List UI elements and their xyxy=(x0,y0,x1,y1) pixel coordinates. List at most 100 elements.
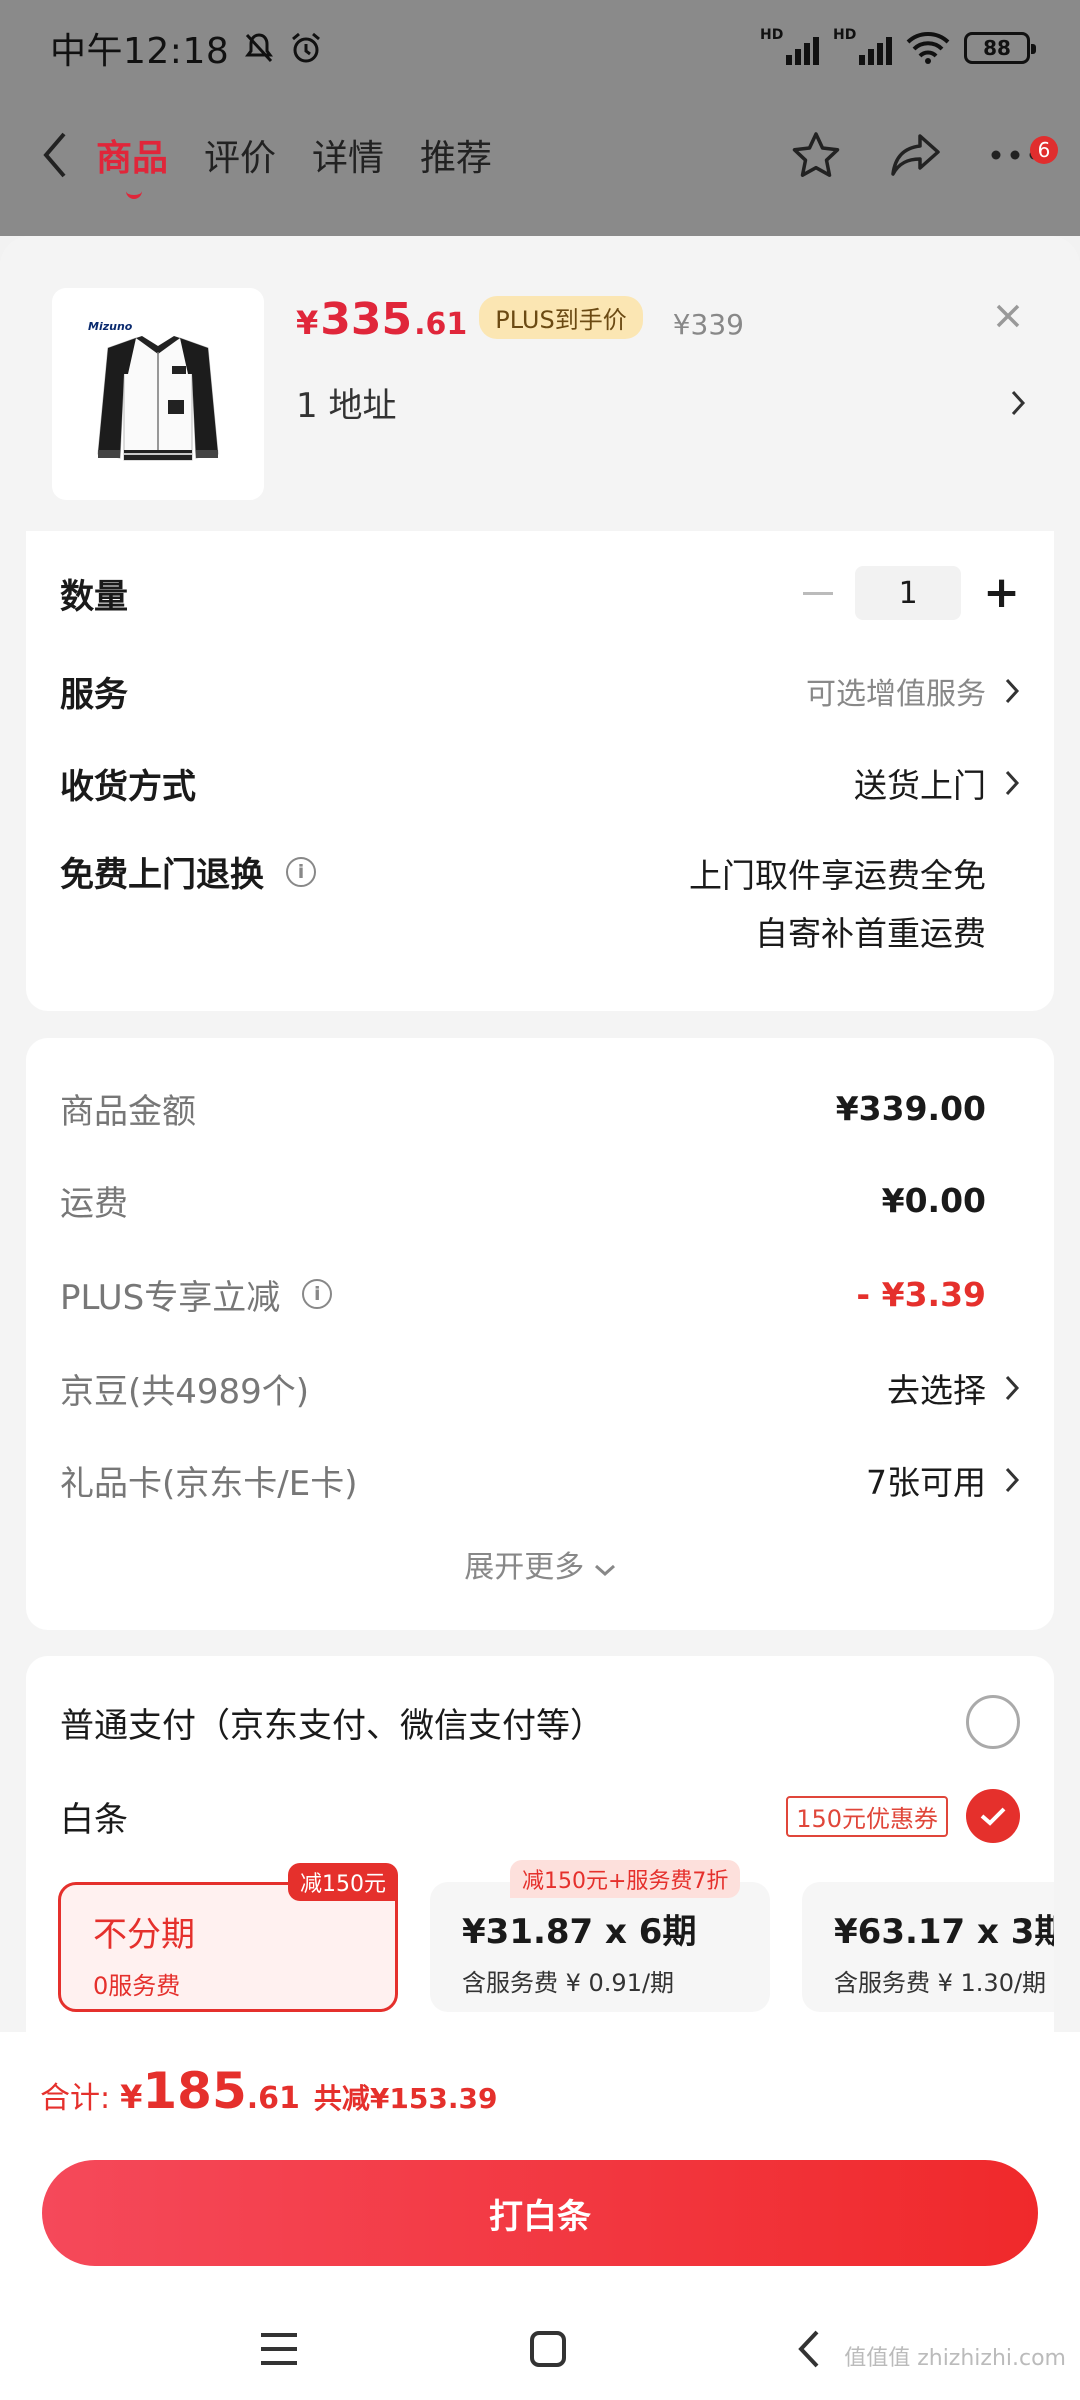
more-button[interactable]: 6 xyxy=(990,135,1058,165)
plan-badge: 减150元 xyxy=(288,1863,398,1901)
signal-1-icon: HD xyxy=(760,27,819,65)
total-label: 合计: xyxy=(40,2081,111,2116)
delivery-value: 送货上门 xyxy=(854,766,986,805)
plus-discount-row: PLUS专享立减 i - ¥3.39 xyxy=(60,1264,1020,1324)
close-button[interactable] xyxy=(988,296,1028,336)
plan-title: ¥63.17 x 3期 xyxy=(834,1912,1054,1952)
shipping-label: 运费 xyxy=(60,1183,128,1224)
share-icon[interactable] xyxy=(890,132,942,178)
tab-reviews[interactable]: 评价 xyxy=(204,129,276,181)
quantity-input[interactable]: 1 xyxy=(855,566,962,620)
battery-icon: 88 xyxy=(964,32,1036,64)
watermark: 值值值 zhizhizhi.com xyxy=(844,2346,1066,2371)
jd-beans-value: 去选择 xyxy=(887,1371,986,1410)
battery-level: 88 xyxy=(983,36,1011,60)
plus-discount-label: PLUS专享立减 xyxy=(60,1277,281,1318)
product-image: Mizuno xyxy=(52,288,264,500)
expand-more-button[interactable]: 展开更多 xyxy=(26,1542,1054,1586)
gift-card-value: 7张可用 xyxy=(866,1463,986,1502)
plus-price-tag: PLUS到手价 xyxy=(479,296,643,339)
alarm-icon xyxy=(292,32,321,63)
quantity-label: 数量 xyxy=(60,576,128,617)
plan-no-installment[interactable]: 减150元 不分期 0服务费 xyxy=(58,1863,398,2012)
total-currency: ¥ xyxy=(120,2078,143,2116)
product-header: Mizuno ¥ 335 .61 PLUS到手价 ¥339 1 地址 xyxy=(0,236,1080,531)
goods-amount-row: 商品金额 ¥339.00 xyxy=(60,1078,1020,1138)
total-decimal: .61 xyxy=(246,2081,300,2116)
wifi-icon xyxy=(906,32,950,64)
product-nav-bar: 商品 评价 详情 推荐 6 xyxy=(0,110,1080,200)
chevron-right-icon xyxy=(1005,770,1020,796)
jd-beans-row[interactable]: 京豆(共4989个) 去选择 xyxy=(60,1358,1020,1418)
free-return-label: 免费上门退换 xyxy=(60,855,264,895)
status-time: 中午12:18 xyxy=(50,31,230,72)
plan-3-installments[interactable]: ¥63.17 x 3期 含服务费 ¥ 1.30/期 xyxy=(802,1882,1054,2012)
home-icon[interactable] xyxy=(529,2330,567,2368)
plan-subtitle: 含服务费 ¥ 0.91/期 xyxy=(462,1969,675,1997)
tab-product[interactable]: 商品 xyxy=(96,129,168,199)
chevron-right-icon xyxy=(1005,1467,1020,1493)
star-icon[interactable] xyxy=(790,130,842,180)
plan-subtitle: 0服务费 xyxy=(93,1972,181,2000)
service-row[interactable]: 服务 可选增值服务 xyxy=(60,661,1020,721)
total-savings: 共减¥153.39 xyxy=(313,2082,498,2115)
menu-icon[interactable] xyxy=(259,2331,299,2367)
back-icon[interactable] xyxy=(797,2329,821,2369)
address-text: 1 地址 xyxy=(296,386,397,426)
info-icon[interactable]: i xyxy=(302,1279,333,1309)
free-return-line1: 上门取件享运费全免 xyxy=(689,856,986,895)
signal-2-icon: HD xyxy=(833,27,892,65)
price-currency: ¥ xyxy=(296,304,319,342)
increase-button[interactable]: + xyxy=(983,571,1020,615)
shipping-value: ¥0.00 xyxy=(881,1180,986,1220)
free-return-row: 免费上门退换 i 上门取件享运费全免 自寄补首重运费 xyxy=(60,847,1020,977)
gift-card-row[interactable]: 礼品卡(京东卡/E卡) 7张可用 xyxy=(60,1450,1020,1510)
pay-baitiao-button[interactable]: 打白条 xyxy=(42,2160,1038,2266)
quantity-stepper: 1 + xyxy=(803,566,1020,620)
price-decimal: .61 xyxy=(414,307,468,342)
status-bar: 中午12:18 HD HD 88 xyxy=(0,0,1080,96)
info-icon[interactable]: i xyxy=(286,856,316,887)
chevron-right-icon xyxy=(1011,390,1026,415)
chevron-down-icon xyxy=(594,1564,615,1577)
svg-text:Mizuno: Mizuno xyxy=(88,320,133,333)
price-row: ¥ 335 .61 PLUS到手价 ¥339 xyxy=(296,294,744,345)
plan-subtitle: 含服务费 ¥ 1.30/期 xyxy=(834,1969,1047,1997)
jd-beans-label: 京豆(共4989个) xyxy=(60,1371,310,1412)
plus-discount-value: - ¥3.39 xyxy=(856,1274,986,1314)
plan-6-installments[interactable]: 减150元+服务费7折 ¥31.87 x 6期 含服务费 ¥ 0.91/期 xyxy=(430,1860,770,2012)
total-row: 合计: ¥ 185 .61 共减¥153.39 xyxy=(40,2062,497,2120)
service-value: 可选增值服务 xyxy=(806,677,986,712)
goods-amount-label: 商品金额 xyxy=(60,1091,196,1132)
quantity-row: 数量 1 + xyxy=(60,563,1020,623)
tab-recommend[interactable]: 推荐 xyxy=(420,129,492,181)
goods-amount-value: ¥339.00 xyxy=(835,1088,986,1128)
price-summary-card: 商品金额 ¥339.00 运费 ¥0.00 PLUS专享立减 i - ¥3.39… xyxy=(26,1038,1054,1630)
notification-badge: 6 xyxy=(1030,135,1058,164)
back-button[interactable] xyxy=(40,125,80,185)
bell-muted-icon xyxy=(245,33,274,63)
address-row[interactable]: 1 地址 xyxy=(296,378,1026,427)
chevron-left-icon xyxy=(43,132,66,178)
price-integer: 335 xyxy=(320,294,413,345)
plan-title: 不分期 xyxy=(93,1915,195,1955)
decrease-button[interactable] xyxy=(803,591,834,595)
tab-details[interactable]: 详情 xyxy=(312,129,384,181)
service-label: 服务 xyxy=(60,674,128,715)
original-price: ¥339 xyxy=(672,308,744,341)
delivery-label: 收货方式 xyxy=(60,766,196,807)
expand-more-label: 展开更多 xyxy=(464,1550,585,1585)
delivery-row[interactable]: 收货方式 送货上门 xyxy=(60,753,1020,813)
chevron-right-icon xyxy=(1005,678,1020,704)
close-icon xyxy=(996,304,1020,328)
checkout-bottom-bar: 合计: ¥ 185 .61 共减¥153.39 打白条 值值值 zhizhizh… xyxy=(0,2032,1080,2400)
gift-card-label: 礼品卡(京东卡/E卡) xyxy=(60,1463,358,1504)
free-return-line2: 自寄补首重运费 xyxy=(755,914,986,953)
options-card: 数量 1 + 服务 可选增值服务 收货方式 送货上门 免费上门退换 i 上门取件… xyxy=(26,531,1054,1011)
plan-badge: 减150元+服务费7折 xyxy=(510,1860,741,1898)
jacket-image: Mizuno xyxy=(88,320,219,461)
plan-title: ¥31.87 x 6期 xyxy=(462,1912,697,1952)
shipping-row: 运费 ¥0.00 xyxy=(60,1170,1020,1230)
total-integer: 185 xyxy=(142,2062,247,2120)
chevron-right-icon xyxy=(1005,1375,1020,1401)
